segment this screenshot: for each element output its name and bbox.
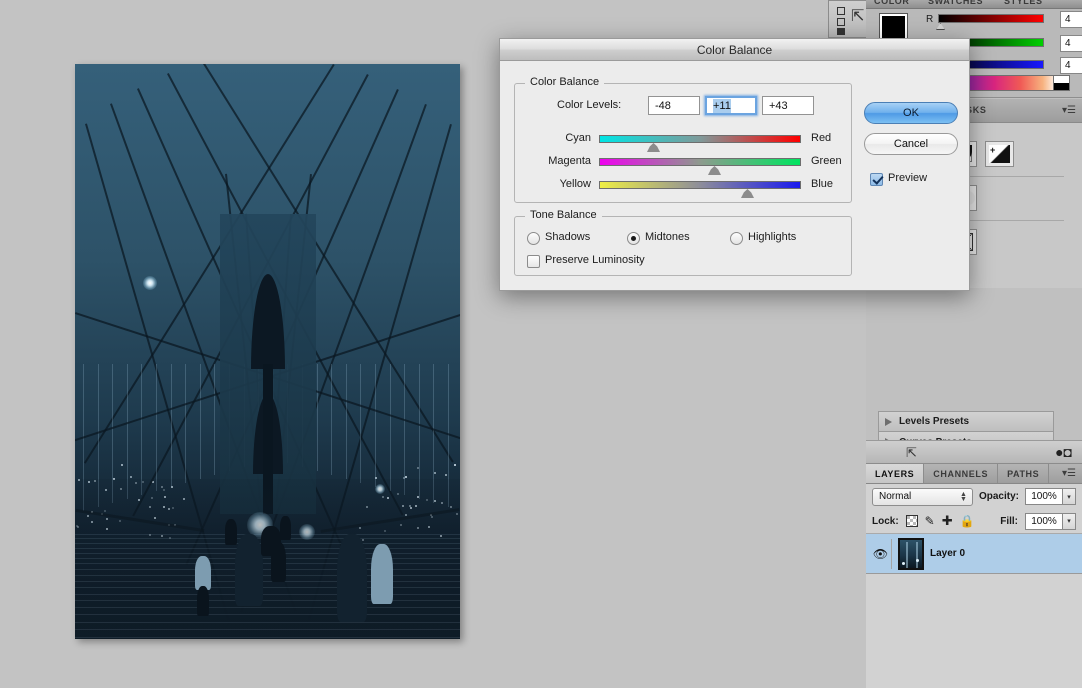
slider-thumb-magenta-green[interactable] [708,166,721,175]
color-balance-dialog[interactable]: Color Balance Color Balance Color Levels… [499,38,970,291]
tone-balance-group: Tone Balance Shadows Midtones Highlights… [514,216,852,276]
color-level-input-2[interactable]: +11 [705,96,757,115]
exposure-icon[interactable]: + [985,141,1014,167]
layer-row[interactable]: 👁 Layer 0 [866,534,1082,574]
preview-checkbox[interactable] [870,173,883,186]
channel-value-r[interactable]: 4 [1060,11,1082,28]
tone-balance-group-legend: Tone Balance [525,209,602,221]
document-window[interactable] [75,64,460,639]
chevron-updown-icon[interactable]: ▲ ▼ [960,492,967,502]
dialog-title-bar[interactable]: Color Balance [500,39,969,61]
slider-cyan-red[interactable]: Cyan Red [515,132,851,150]
slider-label-yellow: Yellow [525,178,591,190]
slider-yellow-blue[interactable]: Yellow Blue [515,178,851,196]
radio-midtones[interactable] [627,232,640,245]
preserve-luminosity-label: Preserve Luminosity [545,254,645,266]
channel-value-b[interactable]: 4 [1060,57,1082,74]
slider-thumb-yellow-blue[interactable] [741,189,754,198]
foreground-color-swatch[interactable] [880,14,907,41]
slider-track-magenta-green[interactable] [599,158,801,166]
layer-name: Layer 0 [930,548,965,559]
preset-row[interactable]: Levels Presets [878,411,1054,432]
slider-track-cyan-red[interactable] [599,135,801,143]
photo-brooklyn-bridge [75,64,460,639]
slider-label-blue: Blue [811,178,833,190]
layers-panel[interactable]: LAYERS CHANNELS PATHS ▾☰ Normal ▲ ▼ Opaci… [866,464,1082,688]
channel-thumb-r[interactable] [936,23,945,30]
layer-visibility-toggle[interactable]: 👁 [870,539,892,569]
opacity-stepper[interactable]: ▾ [1063,488,1076,505]
fill-stepper[interactable]: ▾ [1063,513,1076,530]
channel-slider-r[interactable] [938,14,1044,23]
channel-label-r: R [926,14,933,25]
tab-paths[interactable]: PATHS [998,464,1049,483]
tab-styles[interactable]: STYLES [1004,0,1043,6]
photoshop-window: ⇱ COLOR SWATCHES STYLES R 4 G 4 [0,0,1082,688]
tone-balance-options[interactable]: Shadows Midtones Highlights [515,231,851,249]
slider-label-magenta: Magenta [525,155,591,167]
layers-panel-tabs[interactable]: LAYERS CHANNELS PATHS ▾☰ [866,464,1082,484]
lock-position-icon[interactable]: ✚ [942,513,953,529]
lock-transparency-icon[interactable] [906,515,918,527]
lock-all-icon[interactable]: 🔒 [960,514,975,528]
tab-swatches[interactable]: SWATCHES [928,0,983,6]
mini-tool-panel[interactable]: ⇱ [828,0,868,38]
layer-thumbnail[interactable] [898,538,924,570]
fill-value[interactable]: 100% [1025,513,1063,530]
dialog-body: Color Balance Color Levels: -48 +11 +43 … [500,61,969,292]
blend-mode-value: Normal [879,491,911,502]
color-level-input-1[interactable]: -48 [648,96,700,115]
adjustments-footer-bar[interactable]: ⇱ ●◘ [866,440,1082,464]
radio-highlights[interactable] [730,232,743,245]
panel-menu-icon[interactable]: ▾☰ [1062,105,1076,116]
radio-label-highlights: Highlights [748,231,796,243]
layers-panel-menu-icon[interactable]: ▾☰ [1062,464,1082,483]
ok-button[interactable]: OK [864,102,958,124]
slider-label-red: Red [811,132,831,144]
eye-icon[interactable]: 👁 [873,547,888,561]
slider-label-cyan: Cyan [525,132,591,144]
layer-lock-row[interactable]: Lock: ✎ ✚ 🔒 Fill: 100% ▾ [866,509,1082,534]
return-to-adjustments-icon[interactable]: ⇱ [906,445,917,461]
tab-channels[interactable]: CHANNELS [924,464,998,483]
disclosure-triangle-icon[interactable] [885,418,892,426]
opacity-label: Opacity: [979,491,1019,502]
dialog-title: Color Balance [697,43,772,57]
cancel-button[interactable]: Cancel [864,133,958,155]
radio-label-shadows: Shadows [545,231,590,243]
preserve-luminosity-checkbox[interactable] [527,255,540,268]
color-panel-tabs[interactable]: COLOR SWATCHES STYLES [866,0,1082,9]
layer-options-row[interactable]: Normal ▲ ▼ Opacity: 100% ▾ [866,484,1082,509]
clip-to-layer-icon[interactable]: ●◘ [1055,444,1072,460]
color-balance-group: Color Balance Color Levels: -48 +11 +43 … [514,83,852,203]
lock-pixels-icon[interactable]: ✎ [925,514,935,528]
preset-label: Levels Presets [899,416,969,427]
channel-value-g[interactable]: 4 [1060,35,1082,52]
color-balance-group-legend: Color Balance [525,76,604,88]
lock-label: Lock: [872,516,899,527]
color-levels-label: Color Levels: [557,99,621,111]
opacity-value[interactable]: 100% [1025,488,1063,505]
fill-label: Fill: [1000,516,1018,527]
tab-layers[interactable]: LAYERS [866,464,924,483]
color-level-input-3[interactable]: +43 [762,96,814,115]
radio-shadows[interactable] [527,232,540,245]
slider-label-green: Green [811,155,842,167]
tab-color[interactable]: COLOR [874,0,910,6]
slider-track-yellow-blue[interactable] [599,181,801,189]
blend-mode-select[interactable]: Normal ▲ ▼ [872,488,973,506]
spectrum-blackwhite-swatch[interactable] [1053,75,1070,91]
preview-label: Preview [888,172,927,184]
radio-label-midtones: Midtones [645,231,690,243]
slider-magenta-green[interactable]: Magenta Green [515,155,851,173]
slider-thumb-cyan-red[interactable] [647,143,660,152]
